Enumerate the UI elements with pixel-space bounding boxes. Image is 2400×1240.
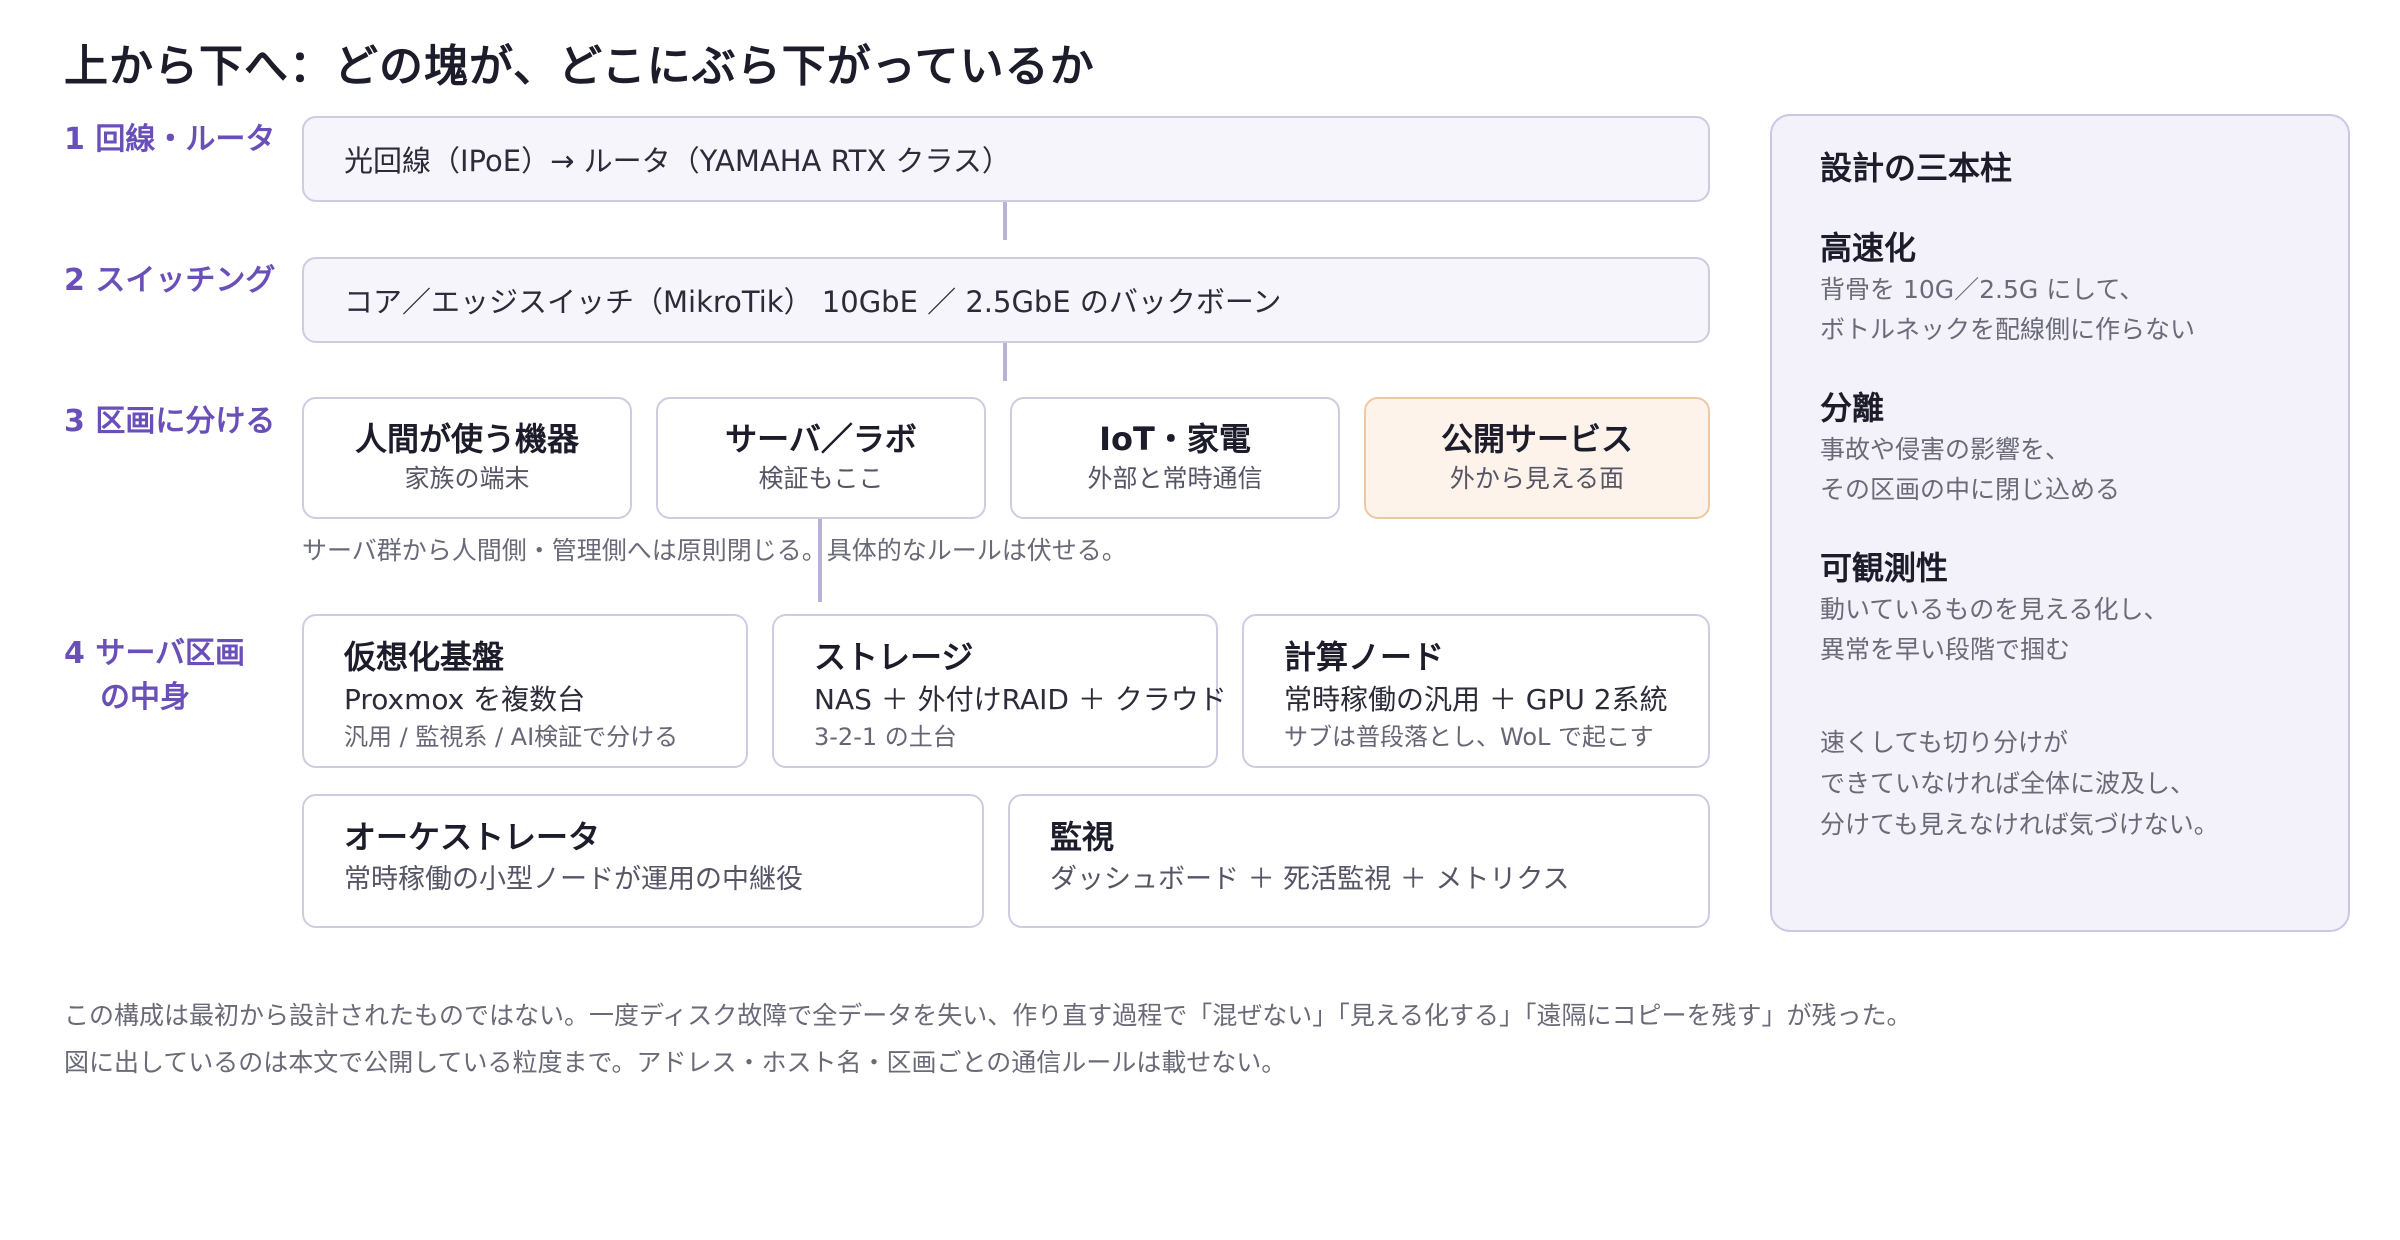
tier-label-1: 1 回線・ルータ [64,122,276,157]
pillar-name: 高速化 [1820,229,1917,267]
segment-sub: 外から見える面 [1449,464,1625,493]
tier-label-3: 3 区画に分ける [64,404,276,439]
node-sub: 3-2-1 の土台 [814,723,957,751]
node-storage: ストレージ NAS ＋ 外付けRAID ＋ クラウド 3-2-1 の土台 [772,614,1227,768]
pillar-isolation: 分離 事故や侵害の影響を、 その区画の中に閉じ込める [1820,386,2348,510]
segment-iot: IoT・家電 外部と常時通信 [1010,397,1340,519]
segment-title: 公開サービス [1440,420,1633,458]
segment-sub: 検証もここ [758,464,884,493]
footer-note-1: この構成は最初から設計されたものではない。一度ディスク故障で全データを失い、作り… [64,1001,1912,1030]
connector-router-switch [1003,202,1007,240]
node-desc: Proxmox を複数台 [344,683,586,716]
summary-line: 速くしても切り分けが [1820,728,2069,757]
segment-human-devices: 人間が使う機器 家族の端末 [302,397,632,519]
router-box: 光回線（IPoE）→ ルータ（YAMAHA RTX クラス） [302,116,1710,202]
summary-line: できていなければ全体に波及し、 [1820,769,2196,798]
pillar-line: 背骨を 10G／2.5G にして、 [1820,275,2145,304]
node-virtualization: 仮想化基盤 Proxmox を複数台 汎用 / 監視系 / AI検証で分ける [302,614,748,768]
tier-label-4-line1: 4 サーバ区画 [64,636,246,671]
footer-note-2: 図に出しているのは本文で公開している粒度まで。アドレス・ホスト名・区画ごとの通信… [64,1048,1287,1077]
node-title: ストレージ [814,638,974,676]
segment-sub: 家族の端末 [404,464,530,493]
segment-title: サーバ／ラボ [725,420,917,458]
node-sub: サブは普段落とし、WoL で起こす [1284,723,1654,751]
pillar-line: その区画の中に閉じ込める [1820,475,2121,504]
node-title: 仮想化基盤 [344,638,505,676]
connector-switch-segments [1003,343,1007,381]
pillar-line: 事故や侵害の影響を、 [1820,435,2071,464]
node-desc: NAS ＋ 外付けRAID ＋ クラウド [814,683,1227,716]
page-title: 上から下へ：どの塊が、どこにぶら下がっているか [64,41,1095,92]
segment-server-lab: サーバ／ラボ 検証もここ [656,397,986,519]
node-monitoring: 監視 ダッシュボード ＋ 死活監視 ＋ メトリクス [1008,794,1710,928]
node-desc: 常時稼働の汎用 ＋ GPU 2系統 [1284,683,1668,716]
pillar-line: 異常を早い段階で掴む [1820,635,2071,664]
tier-label-2: 2 スイッチング [64,263,276,298]
router-text: 光回線（IPoE）→ ルータ（YAMAHA RTX クラス） [344,144,1011,178]
node-desc: ダッシュボード ＋ 死活監視 ＋ メトリクス [1050,864,1570,895]
panel-summary: 速くしても切り分けが できていなければ全体に波及し、 分けても見えなければ気づけ… [1820,722,2348,845]
tier-label-4-line2: の中身 [100,680,190,715]
segment-title: IoT・家電 [1099,420,1251,458]
connector-server-nodes [818,519,822,602]
node-title: 計算ノード [1284,638,1445,676]
segment-public-services: 公開サービス 外から見える面 [1364,397,1710,519]
pillar-speed: 高速化 背骨を 10G／2.5G にして、 ボトルネックを配線側に作らない [1820,226,2348,350]
segment-title: 人間が使う機器 [354,420,579,458]
node-sub: 汎用 / 監視系 / AI検証で分ける [344,723,679,751]
pillar-line: 動いているものを見える化し、 [1820,595,2169,624]
tier-label-4: 4 サーバ区画 の中身 [64,632,294,720]
switch-box: コア／エッジスイッチ（MikroTik） 10GbE ／ 2.5GbE のバック… [302,257,1710,343]
segment-note: サーバ群から人間側・管理側へは原則閉じる。具体的なルールは伏せる。 [302,536,1127,565]
node-compute: 計算ノード 常時稼働の汎用 ＋ GPU 2系統 サブは普段落とし、WoL で起こ… [1242,614,1710,768]
pillar-name: 可観測性 [1820,549,1949,587]
pillar-line: ボトルネックを配線側に作らない [1820,315,2196,344]
panel-heading: 設計の三本柱 [1820,149,2013,187]
summary-line: 分けても見えなければ気づけない。 [1820,810,2219,839]
pillar-name: 分離 [1820,389,1885,427]
switch-text: コア／エッジスイッチ（MikroTik） 10GbE ／ 2.5GbE のバック… [344,285,1282,319]
pillar-observability: 可観測性 動いているものを見える化し、 異常を早い段階で掴む [1820,546,2348,670]
node-title: オーケストレータ [344,818,601,856]
node-title: 監視 [1050,818,1115,856]
node-orchestrator: オーケストレータ 常時稼働の小型ノードが運用の中継役 [302,794,984,928]
segment-sub: 外部と常時通信 [1087,464,1263,493]
design-pillars-panel: 設計の三本柱 高速化 背骨を 10G／2.5G にして、 ボトルネックを配線側に… [1770,114,2350,932]
node-desc: 常時稼働の小型ノードが運用の中継役 [344,864,803,895]
